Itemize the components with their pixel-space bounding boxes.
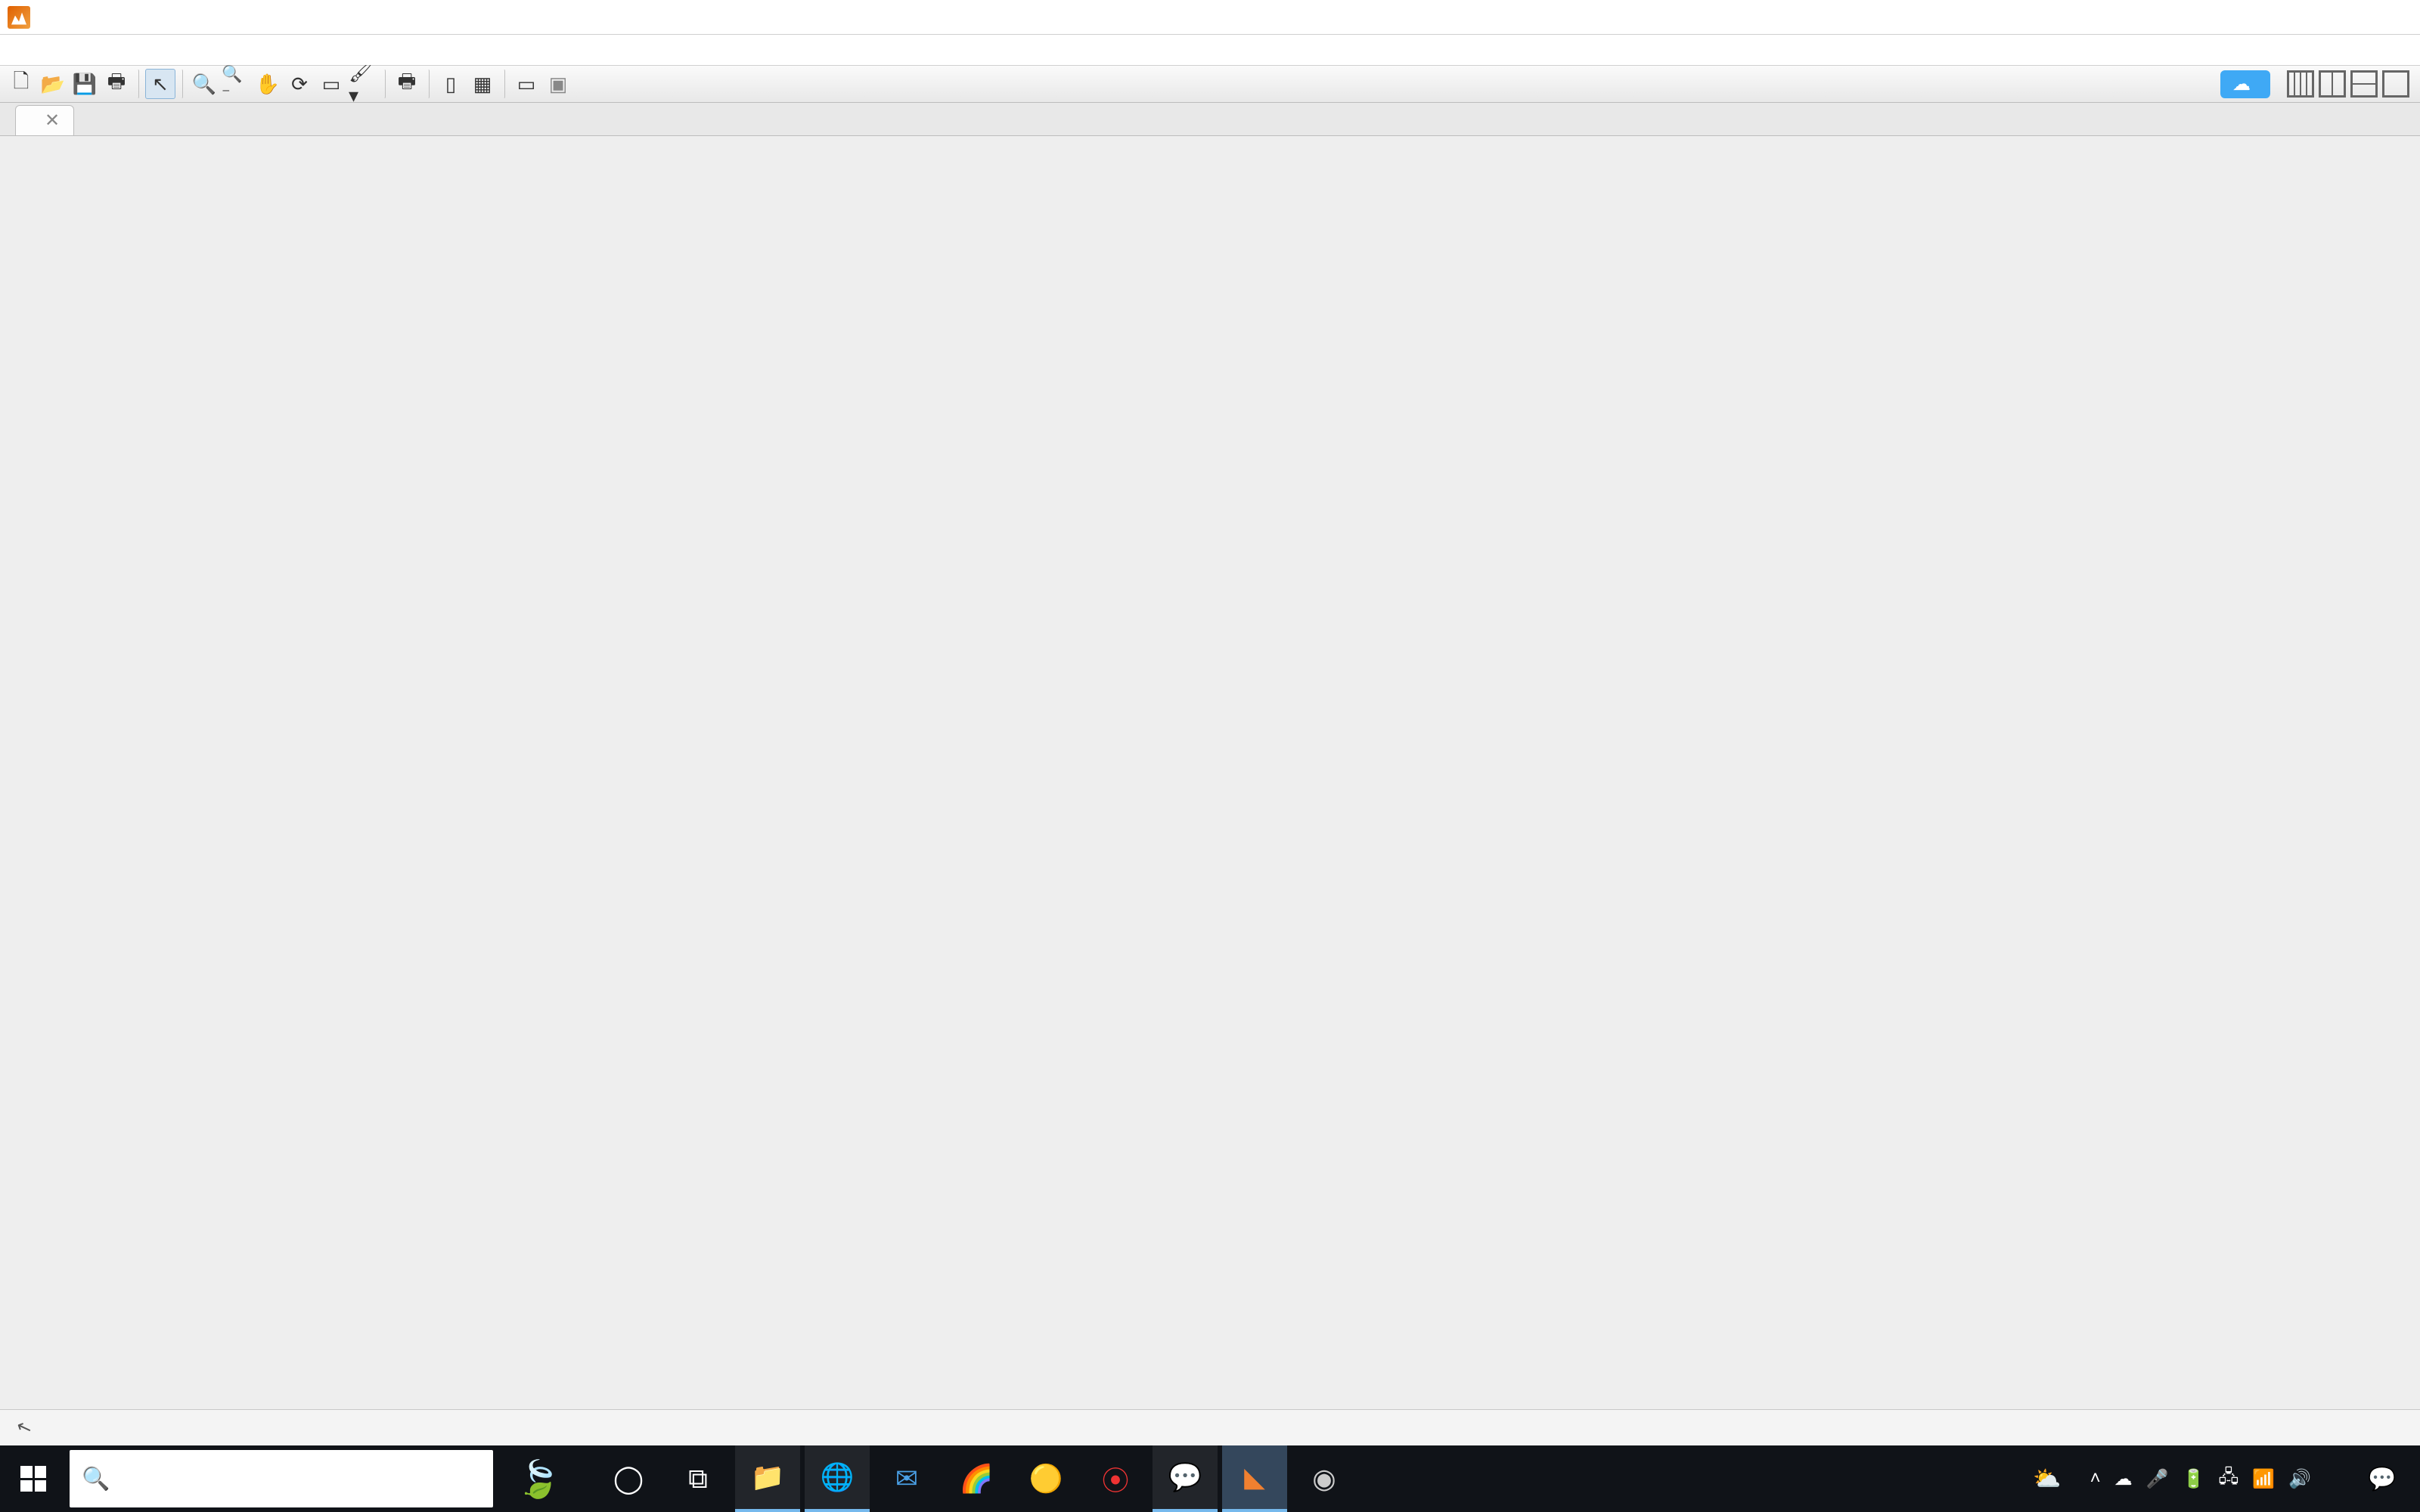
print-icon[interactable]: 🖶 <box>101 69 132 99</box>
microphone-icon[interactable]: 🎤 <box>2146 1468 2169 1490</box>
minimize-button[interactable] <box>2193 0 2269 35</box>
meet-now-decoration-icon[interactable]: 🍃 <box>493 1445 584 1512</box>
show-plot-tools-icon[interactable]: ▣ <box>543 69 573 99</box>
rotate-3d-icon[interactable]: ⟳ <box>284 69 315 99</box>
menu-edit[interactable] <box>23 48 41 51</box>
taskbar-search[interactable]: 🔍 <box>70 1450 493 1507</box>
menubar <box>0 35 2420 65</box>
system-tray: ⛅ ˄ ☁ 🎤 🔋 🖧 📶 🔊 💬 <box>2033 1445 2420 1512</box>
mail-icon[interactable]: ✉ <box>874 1445 939 1512</box>
file-explorer-icon[interactable]: 📁 <box>735 1445 800 1512</box>
edge-browser-icon[interactable]: 🌐 <box>805 1445 870 1512</box>
network-icon[interactable]: 🖧 <box>2218 1464 2238 1495</box>
separator-icon <box>133 69 139 99</box>
onedrive-icon[interactable]: ☁ <box>2114 1468 2133 1490</box>
menu-view[interactable] <box>41 48 59 51</box>
menu-window[interactable] <box>132 48 150 51</box>
separator-icon <box>424 69 430 99</box>
pan-icon[interactable]: ✋ <box>253 69 283 99</box>
search-icon: 🔍 <box>82 1466 110 1492</box>
tab-strip: ✕ <box>0 103 2420 136</box>
zoom-in-icon[interactable]: 🔍 <box>189 69 219 99</box>
new-figure-icon[interactable]: 🗋 <box>6 69 36 99</box>
figure-toolbar: 🗋 📂 💾 🖶 ↖ 🔍 🔍⁻ ✋ ⟳ ▭ 🖌▾ 🖶 ▯ ▦ ▭ ▣ ☁ <box>0 65 2420 103</box>
tab-close-icon[interactable]: ✕ <box>45 110 60 132</box>
task-view-icon[interactable]: ⧉ <box>666 1445 731 1512</box>
windows-logo-icon <box>20 1466 46 1492</box>
menu-debug[interactable] <box>95 48 113 51</box>
wifi-icon[interactable]: 📶 <box>2252 1468 2275 1490</box>
action-center-icon[interactable]: 💬 <box>2360 1445 2405 1512</box>
separator-icon <box>499 69 505 99</box>
brush-icon[interactable]: 🖌▾ <box>348 69 378 99</box>
start-button[interactable] <box>0 1445 67 1512</box>
menu-desktop[interactable] <box>113 48 132 51</box>
insert-legend-icon[interactable]: ▦ <box>467 69 498 99</box>
cloud-icon: ☁ <box>2232 73 2251 95</box>
weather-widget[interactable]: ⛅ <box>2033 1466 2076 1492</box>
cursor-arrow-icon: ↖ <box>14 1414 36 1440</box>
tab-figure-2[interactable]: ✕ <box>15 105 74 135</box>
tile-1x1-icon[interactable] <box>2382 70 2409 98</box>
link-plot-icon[interactable]: 🖶 <box>392 69 422 99</box>
battery-icon[interactable]: 🔋 <box>2183 1468 2205 1490</box>
axes[interactable] <box>212 272 2178 1353</box>
copilot-icon[interactable]: 🌈 <box>944 1445 1009 1512</box>
tile-layout-group <box>2287 70 2409 98</box>
tile-2x1-icon[interactable] <box>2350 70 2378 98</box>
taskbar-search-input[interactable] <box>122 1466 439 1492</box>
separator-icon <box>380 69 386 99</box>
maximize-button[interactable] <box>2269 0 2344 35</box>
matlab-icon[interactable]: ◣ <box>1222 1445 1287 1512</box>
menu-file[interactable] <box>5 48 23 51</box>
cloud-upload-button[interactable]: ☁ <box>2220 70 2270 98</box>
weather-icon: ⛅ <box>2033 1466 2061 1492</box>
menu-insert[interactable] <box>59 48 77 51</box>
matlab-figure-icon <box>8 6 30 29</box>
taskbar-apps: ◯ ⧉ 📁 🌐 ✉ 🌈 🟡 ⦿ 💬 ◣ ◉ <box>596 1445 1357 1512</box>
netease-music-icon[interactable]: ⦿ <box>1083 1445 1148 1512</box>
wechat-icon[interactable]: 💬 <box>1153 1445 1218 1512</box>
figure-canvas: ↖ <box>0 136 2420 1445</box>
property-editor-bar[interactable]: ↖ <box>0 1409 2420 1445</box>
zoom-out-icon[interactable]: 🔍⁻ <box>221 69 251 99</box>
tile-2x2-icon[interactable] <box>2287 70 2314 98</box>
volume-icon[interactable]: 🔊 <box>2288 1468 2311 1490</box>
data-cursor-icon[interactable]: ▭ <box>316 69 346 99</box>
hide-plot-tools-icon[interactable]: ▭ <box>511 69 541 99</box>
tile-1x2-icon[interactable] <box>2319 70 2346 98</box>
menu-tools[interactable] <box>77 48 95 51</box>
google-chrome-icon[interactable]: 🟡 <box>1013 1445 1078 1512</box>
separator-icon <box>177 69 183 99</box>
obs-icon[interactable]: ◉ <box>1292 1445 1357 1512</box>
menu-help[interactable] <box>150 48 168 51</box>
open-icon[interactable]: 📂 <box>38 69 68 99</box>
windows-taskbar: 🔍 🍃 ◯ ⧉ 📁 🌐 ✉ 🌈 🟡 ⦿ 💬 ◣ ◉ ⛅ ˄ ☁ 🎤 🔋 🖧 📶 … <box>0 1445 2420 1512</box>
save-icon[interactable]: 💾 <box>70 69 100 99</box>
titlebar <box>0 0 2420 35</box>
pointer-icon[interactable]: ↖ <box>145 69 175 99</box>
insert-colorbar-icon[interactable]: ▯ <box>436 69 466 99</box>
tray-chevron-icon[interactable]: ˄ <box>2090 1468 2101 1489</box>
chart-plot <box>212 272 2178 1353</box>
close-button[interactable] <box>2344 0 2420 35</box>
cortana-icon[interactable]: ◯ <box>596 1445 661 1512</box>
